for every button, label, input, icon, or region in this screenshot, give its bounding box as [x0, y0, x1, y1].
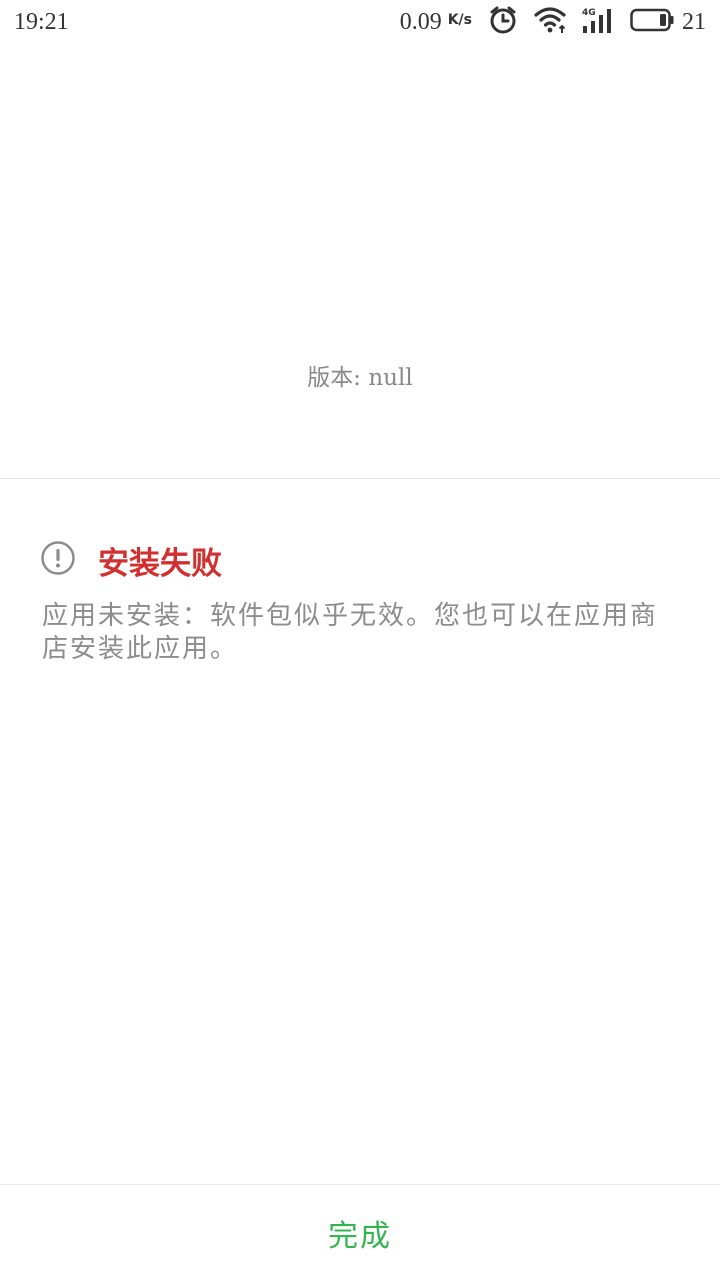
wifi-icon	[534, 6, 566, 38]
network-speed-unit: K/s	[447, 12, 472, 28]
app-version: 版本: null	[307, 365, 413, 391]
battery-icon	[630, 7, 674, 37]
error-message: 应用未安装：软件包似乎无效。您也可以在应用商店安装此应用。	[42, 601, 659, 664]
install-result-screen: 19:21 0.09 K/s 4G 21 版本: null 安装失败 应用未安装…	[0, 0, 720, 1280]
status-bar: 19:21 0.09 K/s 4G 21	[0, 0, 720, 44]
error-title: 安装失败	[98, 545, 222, 582]
battery-level: 21	[682, 8, 706, 35]
alarm-icon	[488, 5, 518, 39]
section-divider	[0, 478, 720, 479]
status-indicators: 0.09 K/s 4G 21	[400, 5, 706, 39]
error-header: 安装失败	[40, 538, 222, 582]
network-speed: 0.09 K/s	[400, 9, 472, 36]
done-button[interactable]: 完成	[0, 1185, 720, 1280]
4g-signal-icon: 4G	[582, 6, 614, 38]
network-speed-value: 0.09	[399, 8, 442, 35]
status-time: 19:21	[14, 9, 69, 35]
exclamation-circle-icon	[40, 540, 76, 580]
svg-text:4G: 4G	[582, 8, 596, 18]
